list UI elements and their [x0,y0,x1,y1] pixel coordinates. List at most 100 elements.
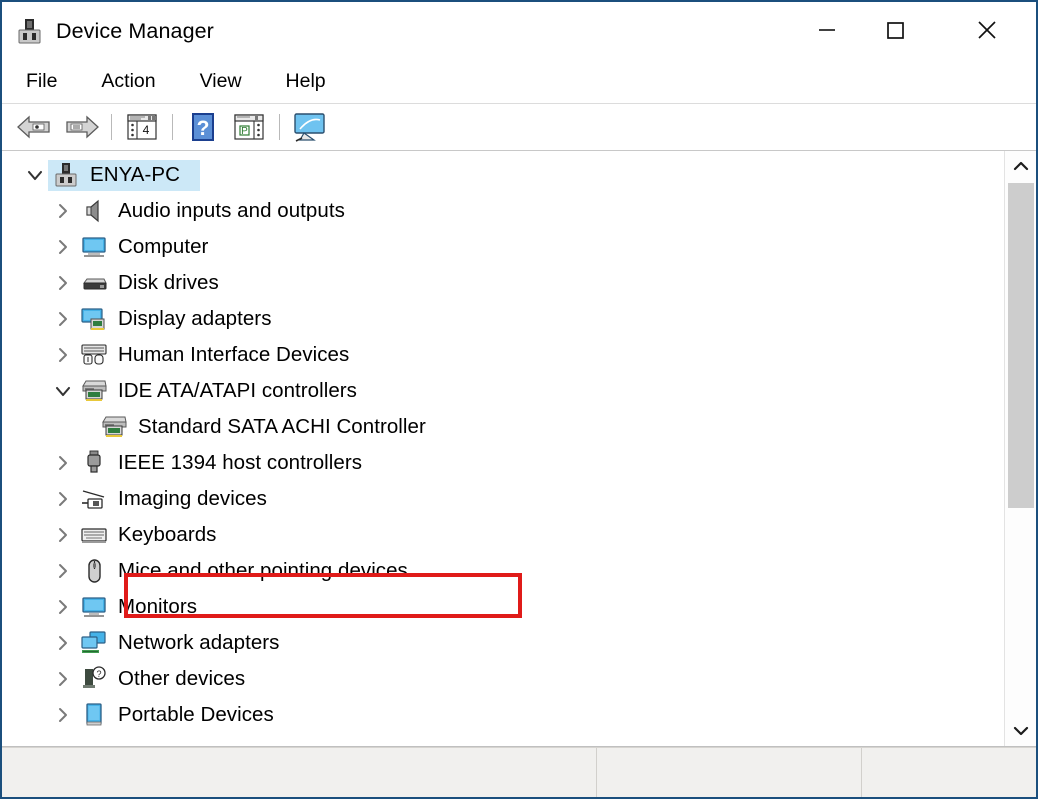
chevron-right-icon[interactable] [50,522,76,548]
svg-text:P: P [241,126,248,137]
tree-item-display-adapters[interactable]: Display adapters [2,301,1004,337]
tree-item-label: ENYA-PC [90,163,180,186]
tree-item-label: Mice and other pointing devices [118,559,408,582]
tree-item-label: Other devices [118,667,246,690]
status-text-main [2,748,596,762]
scrollbar-thumb[interactable] [1008,183,1034,508]
tree-item-network-adapters[interactable]: Network adapters [2,625,1004,661]
menu-item-view[interactable]: View [200,70,242,93]
toolbar: 4 ? P [2,104,1036,151]
window-title: Device Manager [56,18,214,43]
status-cell-secondary [597,748,862,797]
chevron-right-icon[interactable] [50,486,76,512]
portable-device-icon [80,701,108,729]
chevron-right-icon[interactable] [50,666,76,692]
device-tree-panel: ENYA-PC Audio inputs and outputs Compute… [2,151,1036,747]
tree-item-label: Portable Devices [118,703,274,726]
vertical-scrollbar[interactable] [1004,151,1036,746]
tree-item-human-interface-devices[interactable]: Human Interface Devices [2,337,1004,373]
tree-item-root[interactable]: ENYA-PC [2,157,1004,193]
display-adapter-icon [80,305,108,333]
status-text-secondary [597,748,861,762]
tree-item-ide-ata-atapi-controllers[interactable]: IDE ATA/ATAPI controllers [2,373,1004,409]
chevron-right-icon[interactable] [50,234,76,260]
speaker-icon [80,197,108,225]
scan-hardware-icon[interactable] [287,108,333,146]
chevron-down-icon[interactable] [22,162,48,188]
status-cell-tertiary [862,748,1036,797]
svg-text:?: ? [96,669,101,679]
properties-icon[interactable]: 4 [119,108,165,146]
hid-icon [80,341,108,369]
update-driver-icon[interactable]: P [226,108,272,146]
forward-arrow-icon[interactable] [58,108,104,146]
toolbar-separator [172,114,173,140]
scanner-icon [80,485,108,513]
tree-item-mice-and-other-pointing-devices[interactable]: Mice and other pointing devices [2,553,1004,589]
tree-item-disk-drives[interactable]: Disk drives [2,265,1004,301]
status-bar [2,747,1036,797]
mouse-icon [80,557,108,585]
tree-item-label: Imaging devices [118,487,267,510]
device-manager-icon [14,16,44,46]
tree-item-label: Disk drives [118,271,219,294]
menu-item-file[interactable]: File [26,70,57,93]
ide-controller-icon [80,377,108,405]
svg-text:4: 4 [143,123,150,137]
tree-item-label: IEEE 1394 host controllers [118,451,363,474]
chevron-right-icon[interactable] [50,702,76,728]
toolbar-separator [111,114,112,140]
tree-item-label: Monitors [118,595,198,618]
tree-item-label: Display adapters [118,307,272,330]
monitor-icon [80,593,108,621]
svg-text:?: ? [197,117,210,140]
tree-item-ieee-1394-host-controllers[interactable]: IEEE 1394 host controllers [2,445,1004,481]
device-manager-window: Device Manager File Action View Help 4 ?… [0,0,1038,799]
unknown-device-icon: ? [80,665,108,693]
status-cell-main [2,748,597,797]
maximize-button[interactable] [862,2,928,58]
chevron-right-icon[interactable] [50,594,76,620]
tree-item-portable-devices[interactable]: Portable Devices [2,697,1004,733]
network-adapter-icon [80,629,108,657]
ieee1394-icon [80,449,108,477]
tree-item-label: IDE ATA/ATAPI controllers [118,379,357,402]
menu-item-action[interactable]: Action [101,70,155,93]
tree-item-label: Network adapters [118,631,280,654]
chevron-right-icon[interactable] [50,306,76,332]
tree-item-audio-inputs-and-outputs[interactable]: Audio inputs and outputs [2,193,1004,229]
chevron-right-icon[interactable] [50,450,76,476]
tree-item-imaging-devices[interactable]: Imaging devices [2,481,1004,517]
tree-item-label: Keyboards [118,523,217,546]
scroll-up-button[interactable] [1005,151,1036,181]
keyboard-icon [80,521,108,549]
chevron-right-icon[interactable] [50,342,76,368]
scroll-down-button[interactable] [1005,716,1036,746]
sata-controller-icon [100,413,128,441]
chevron-right-icon[interactable] [50,630,76,656]
computer-root-icon [52,161,80,189]
device-tree[interactable]: ENYA-PC Audio inputs and outputs Compute… [2,151,1004,746]
tree-item-label: Standard SATA ACHI Controller [138,415,426,438]
title-bar: Device Manager [2,2,1036,60]
tree-item-label: Computer [118,235,209,258]
computer-icon [80,233,108,261]
chevron-right-icon[interactable] [50,198,76,224]
toolbar-separator [279,114,280,140]
back-arrow-icon[interactable] [12,108,58,146]
close-button[interactable] [954,2,1020,58]
chevron-down-icon[interactable] [50,378,76,404]
help-icon[interactable]: ? [180,108,226,146]
tree-item-monitors[interactable]: Monitors [2,589,1004,625]
tree-item-label: Human Interface Devices [118,343,350,366]
disk-drive-icon [80,269,108,297]
menu-item-help[interactable]: Help [286,70,326,93]
chevron-right-icon[interactable] [50,270,76,296]
chevron-right-icon[interactable] [50,558,76,584]
tree-item-keyboards[interactable]: Keyboards [2,517,1004,553]
tree-item-other-devices[interactable]: ? Other devices [2,661,1004,697]
tree-item-standard-sata-achi-controller[interactable]: Standard SATA ACHI Controller [2,409,1004,445]
status-text-tertiary [862,748,1036,762]
tree-item-computer[interactable]: Computer [2,229,1004,265]
minimize-button[interactable] [794,2,860,58]
